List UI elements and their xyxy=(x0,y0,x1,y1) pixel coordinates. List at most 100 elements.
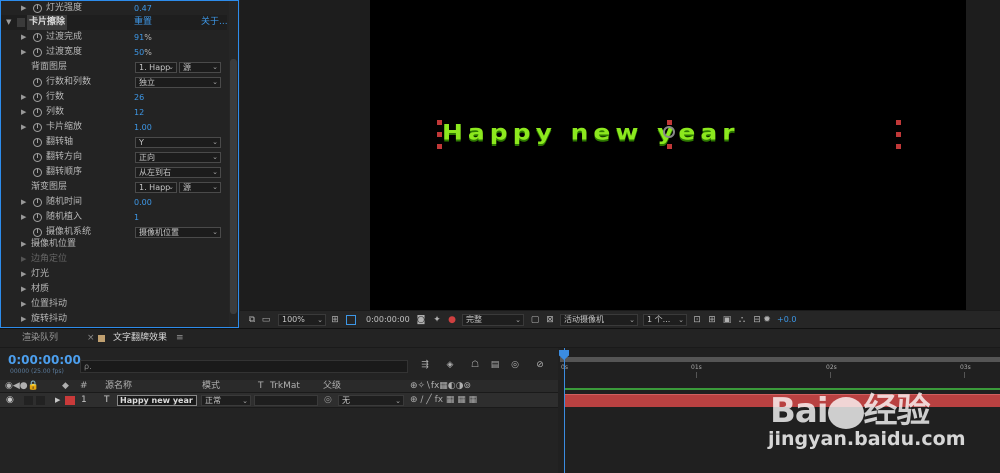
audio-switch[interactable] xyxy=(24,396,33,405)
prop-dropdown[interactable]: 1. Happ ⌄ xyxy=(135,62,177,73)
expand-triangle-icon[interactable]: ▶ xyxy=(21,90,26,105)
zoom-dropdown[interactable]: 100% ⌄ xyxy=(278,314,326,326)
stopwatch-icon[interactable] xyxy=(33,93,42,102)
expand-triangle-icon[interactable]: ▶ xyxy=(21,297,26,312)
prop-dropdown[interactable]: 正向 ⌄ xyxy=(135,152,221,163)
label-color-swatch[interactable] xyxy=(65,396,75,405)
prop-number[interactable]: 50 xyxy=(134,48,144,57)
stopwatch-icon[interactable] xyxy=(33,48,42,57)
prop-group-row[interactable]: ▶ 位置抖动 xyxy=(1,297,227,312)
stopwatch-icon[interactable] xyxy=(33,153,42,162)
about-link[interactable]: 关于... xyxy=(201,15,228,30)
expand-triangle-icon[interactable]: ▶ xyxy=(21,120,26,135)
stopwatch-icon[interactable] xyxy=(33,228,42,237)
always-preview-icon[interactable]: ⧉ xyxy=(247,315,257,325)
solo-switch[interactable] xyxy=(36,396,45,405)
stopwatch-icon[interactable] xyxy=(33,213,42,222)
mask-visibility-icon[interactable] xyxy=(346,315,356,325)
camera-snapshot-icon[interactable]: ◙ xyxy=(416,315,426,325)
shy-layers-icon[interactable]: ☖ xyxy=(470,360,480,370)
toggle-pixel-icon[interactable]: ⊡ xyxy=(692,315,702,325)
stopwatch-icon[interactable] xyxy=(33,78,42,87)
bbox-handle[interactable] xyxy=(437,144,442,149)
prop-number[interactable]: 91 xyxy=(134,33,144,42)
flowchart-icon[interactable]: ⛬ xyxy=(737,315,747,325)
stopwatch-icon[interactable] xyxy=(33,138,42,147)
tab-composition[interactable]: 文字翻牌效果 xyxy=(113,329,167,348)
prop-group-row[interactable]: ▶ 旋转抖动 xyxy=(1,312,227,327)
viewer-timecode[interactable]: 0:00:00:00 xyxy=(366,311,410,329)
bbox-handle[interactable] xyxy=(896,120,901,125)
eye-icon[interactable]: ◉ xyxy=(6,393,14,408)
expand-triangle-icon[interactable]: ▶ xyxy=(21,30,26,45)
expand-triangle-icon[interactable]: ▶ xyxy=(21,210,26,225)
bbox-handle[interactable] xyxy=(437,120,442,125)
prop-dropdown[interactable]: 1. Happ ⌄ xyxy=(135,182,177,193)
bbox-handle[interactable] xyxy=(896,144,901,149)
bbox-handle[interactable] xyxy=(896,132,901,137)
bbox-handle[interactable] xyxy=(667,120,672,125)
comp-flowchart-icon[interactable]: ⇶ xyxy=(420,360,430,370)
expand-triangle-icon[interactable]: ▶ xyxy=(21,237,26,252)
text-layer-preview[interactable]: Happy new year xyxy=(442,120,740,145)
expand-triangle-icon[interactable]: ▶ xyxy=(21,45,26,60)
stopwatch-icon[interactable] xyxy=(33,123,42,132)
trkmat-dropdown[interactable] xyxy=(254,395,318,406)
fx-toggle-box[interactable] xyxy=(17,18,25,27)
stopwatch-icon[interactable] xyxy=(33,168,42,177)
prop-value[interactable]: 0.47 xyxy=(134,1,152,16)
draft-3d-icon[interactable]: ◈ xyxy=(445,360,455,370)
work-area-bar[interactable] xyxy=(560,357,1000,362)
prop-number[interactable]: 1.00 xyxy=(134,123,152,132)
stopwatch-icon[interactable] xyxy=(33,4,42,13)
expand-triangle-icon[interactable]: ▶ xyxy=(55,393,60,408)
comp-canvas[interactable]: Happy new year xyxy=(370,0,966,310)
prop-value[interactable]: 0.00 xyxy=(134,195,152,210)
stopwatch-icon[interactable] xyxy=(33,33,42,42)
expand-triangle-icon[interactable]: ▶ xyxy=(21,267,26,282)
current-timecode[interactable]: 0:00:00:00 xyxy=(8,353,81,367)
expand-triangle-icon[interactable]: ▶ xyxy=(21,195,26,210)
prop-value[interactable]: 1.00 xyxy=(134,120,152,135)
expand-triangle-icon[interactable]: ▶ xyxy=(21,312,26,327)
prop-number[interactable]: 1 xyxy=(134,213,139,222)
motion-blur-icon[interactable]: ◎ xyxy=(510,360,520,370)
expand-triangle-icon[interactable]: ▶ xyxy=(21,105,26,120)
fast-preview-icon[interactable]: ⊞ xyxy=(707,315,717,325)
exposure-icon[interactable]: ✹ xyxy=(762,315,772,325)
bbox-handle[interactable] xyxy=(437,132,442,137)
expand-triangle-icon[interactable]: ▶ xyxy=(21,282,26,297)
layer-name-field[interactable]: Happy new year xyxy=(117,395,197,406)
color-channel-icon[interactable]: ● xyxy=(447,315,457,325)
safe-zones-icon[interactable]: ⊞ xyxy=(330,315,340,325)
tab-render-queue[interactable]: 渲染队列 xyxy=(22,329,58,348)
resolution-dropdown[interactable]: 完整 ⌄ xyxy=(462,314,524,326)
prop-value[interactable]: 26 xyxy=(134,90,144,105)
playhead[interactable] xyxy=(564,348,565,473)
prop-value[interactable]: 1 xyxy=(134,210,139,225)
parent-dropdown[interactable]: 无 ⌄ xyxy=(338,395,404,406)
collapse-triangle-icon[interactable]: ▼ xyxy=(6,15,11,30)
frame-blending-icon[interactable]: ▤ xyxy=(490,360,500,370)
camera-dropdown[interactable]: 活动摄像机 ⌄ xyxy=(560,314,638,326)
reset-link[interactable]: 重置 xyxy=(134,15,152,30)
graph-editor-icon[interactable]: ⊘ xyxy=(535,360,545,370)
prop-group-row[interactable]: ▶ 灯光 xyxy=(1,267,227,282)
prop-dropdown-source[interactable]: 源 ⌄ xyxy=(179,182,221,193)
prop-number[interactable]: 0.00 xyxy=(134,198,152,207)
menu-icon[interactable]: ≡ xyxy=(176,329,184,348)
stopwatch-icon[interactable] xyxy=(33,108,42,117)
prop-dropdown-source[interactable]: 源 ⌄ xyxy=(179,62,221,73)
prop-value[interactable]: 50% xyxy=(134,45,152,60)
prop-group-row[interactable]: ▶ 摄像机位置 xyxy=(1,237,227,252)
anchor-point-icon[interactable] xyxy=(663,126,675,138)
expand-triangle-icon[interactable]: ▶ xyxy=(21,1,26,16)
prop-group-row[interactable]: ▶ 边角定位 xyxy=(1,252,227,267)
bbox-handle[interactable] xyxy=(667,144,672,149)
layer-search-input[interactable]: ρ. xyxy=(80,360,408,373)
layer-row[interactable]: ◉ ▶ 1 T Happy new year 正常 ⌄ ◎ 无 ⌄ ⊕ ∕ ╱ fx… xyxy=(0,393,558,408)
reset-exposure-icon[interactable]: ⊟ xyxy=(752,315,762,325)
prop-dropdown[interactable]: 从左到右 ⌄ xyxy=(135,167,221,178)
prop-dropdown[interactable]: Y ⌄ xyxy=(135,137,221,148)
expand-triangle-icon[interactable]: ▶ xyxy=(21,252,26,267)
